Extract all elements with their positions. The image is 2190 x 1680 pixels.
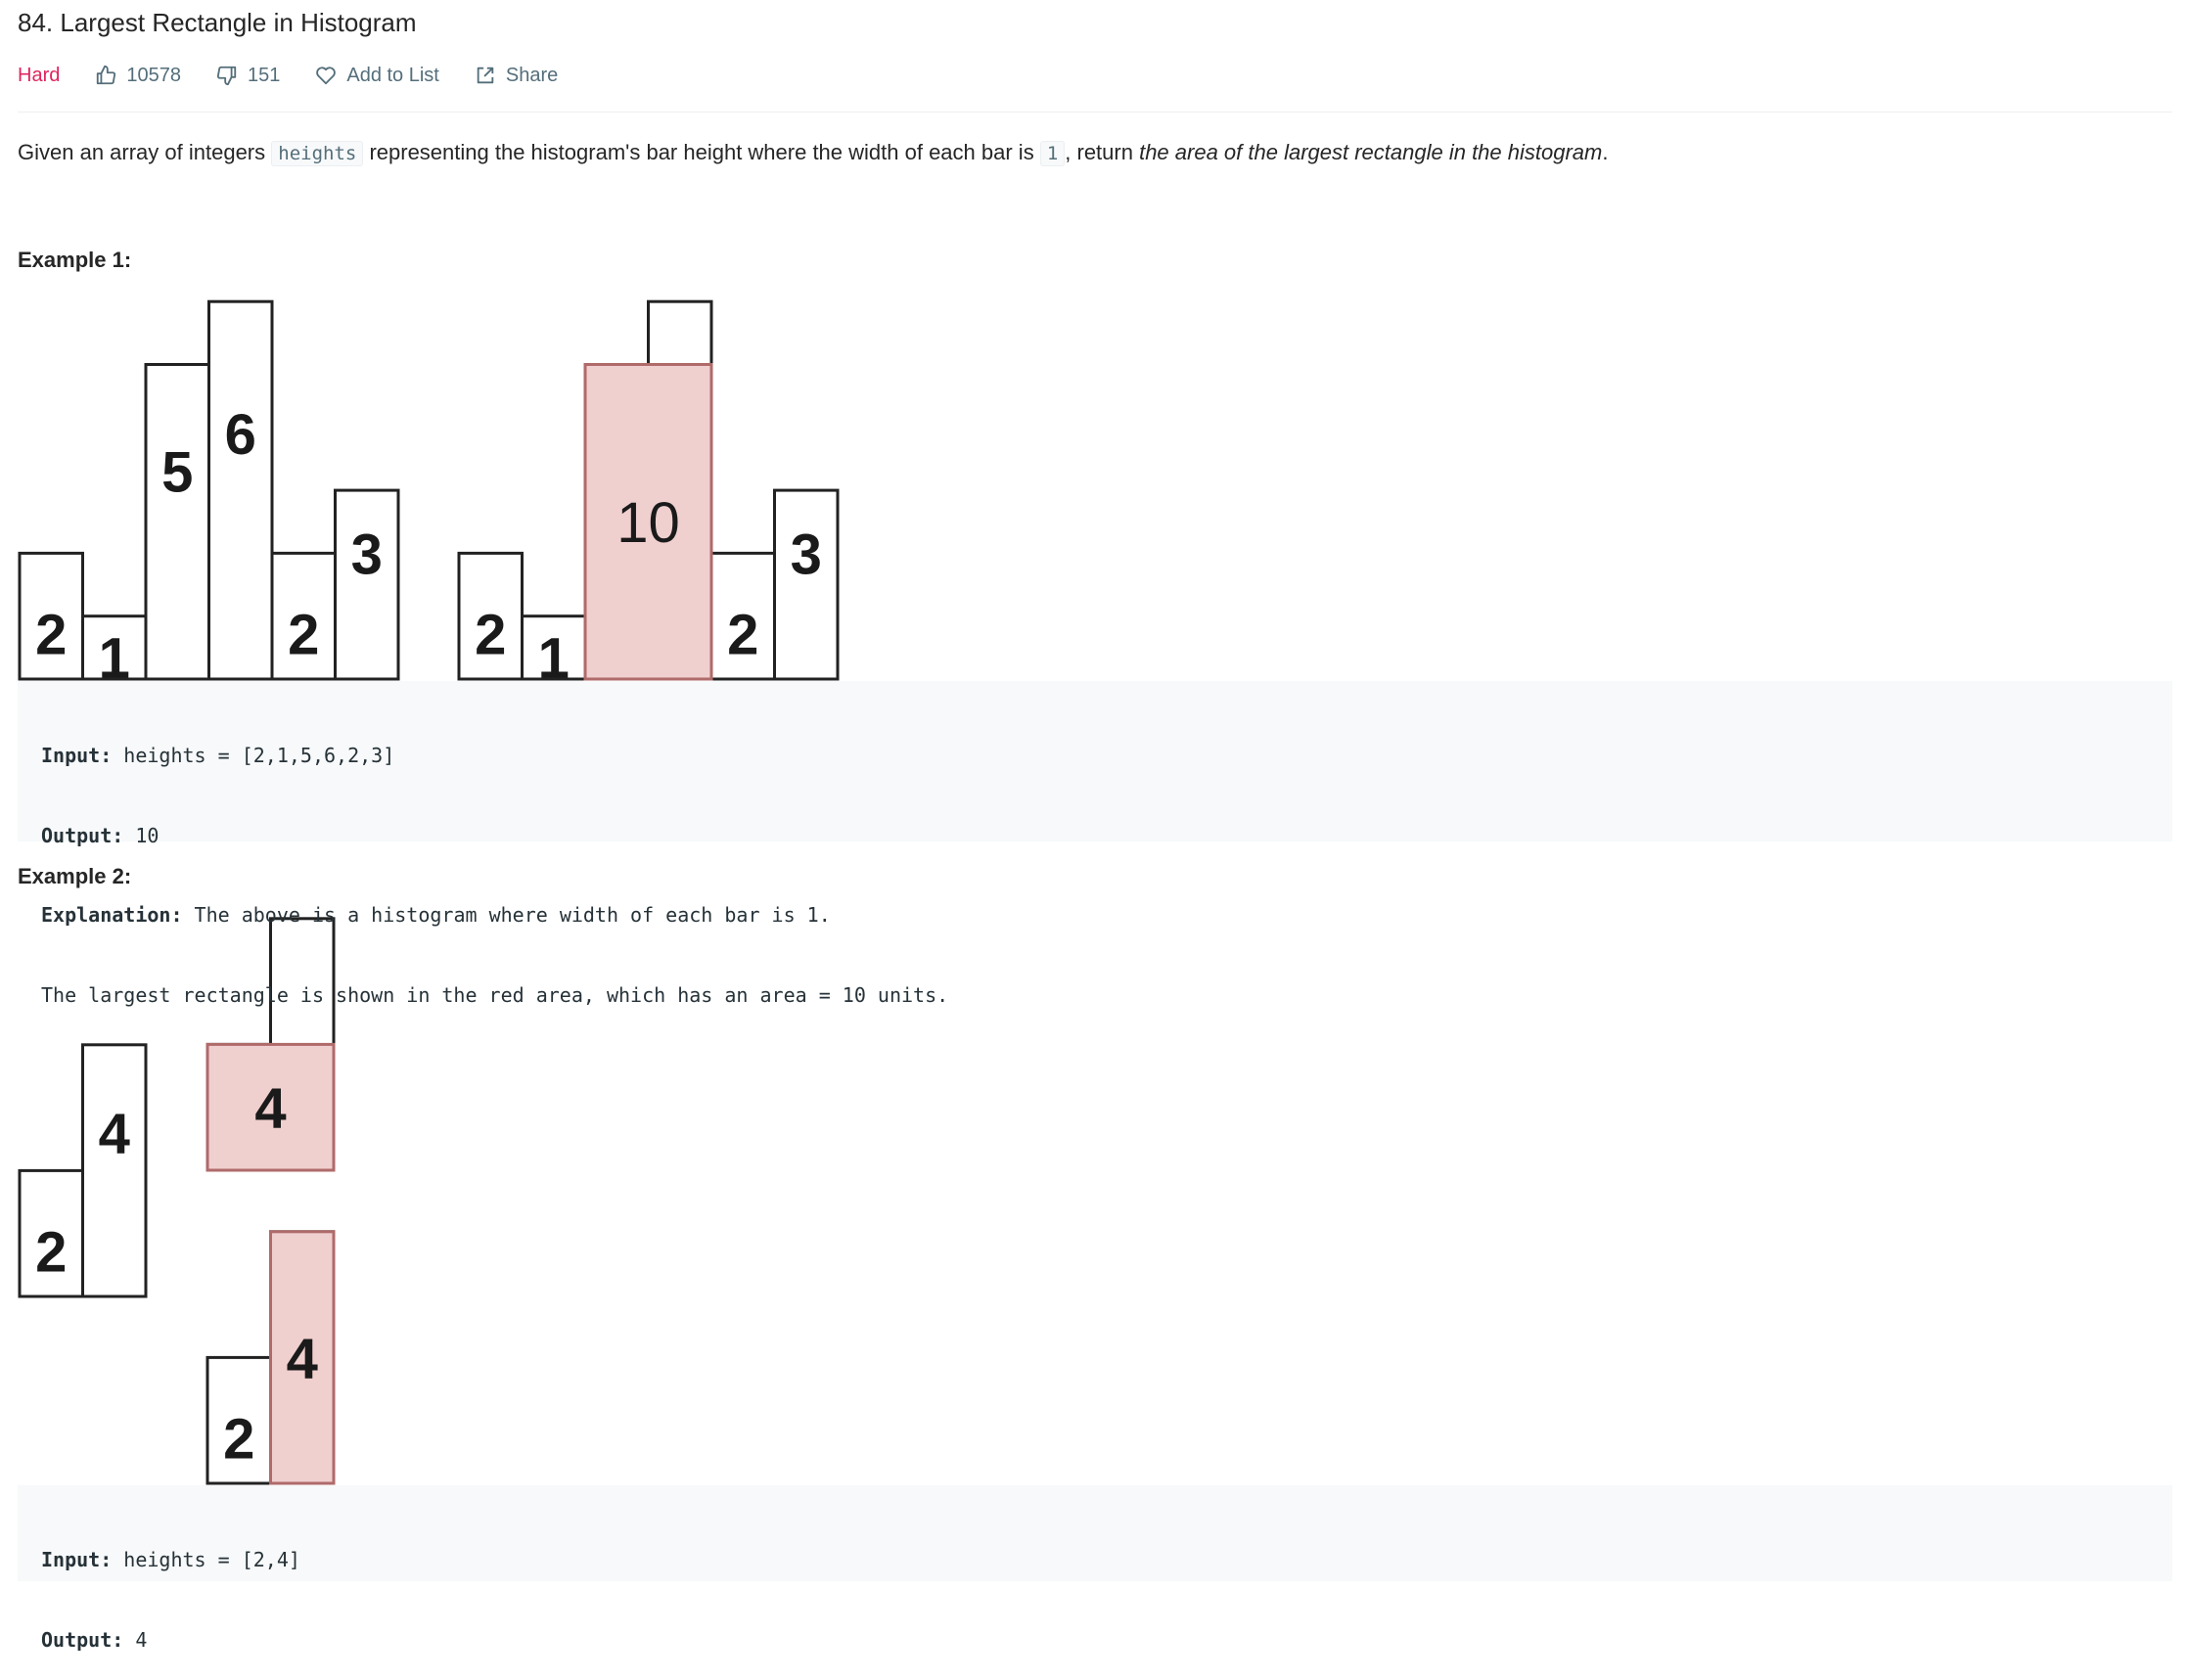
bar-value-label: 6 xyxy=(225,403,256,467)
histogram-bar xyxy=(207,299,274,681)
example-2-input-line: Input: heights = [2,4] xyxy=(41,1544,2172,1577)
example-1-output-line: Output: 10 xyxy=(41,820,2172,853)
example-1-histogram: 2 15623 xyxy=(18,299,400,690)
input-label: Input: xyxy=(41,1548,113,1571)
example-2-output-line: Output: 4 xyxy=(41,1624,2172,1657)
input-value: heights = [2,4] xyxy=(112,1548,300,1571)
example-1-input-line: Input: heights = [2,1,5,6,2,3] xyxy=(41,740,2172,773)
output-value: 4 xyxy=(123,1627,148,1652)
highlight-area-label: 4 xyxy=(254,1077,286,1141)
explanation-label: Explanation: xyxy=(41,903,183,927)
histogram-bar xyxy=(81,1043,148,1298)
example-2-rectangle-option-tall: 42 xyxy=(205,1230,336,1485)
highlight-area-label: 10 xyxy=(616,491,680,555)
bar-value-label: 3 xyxy=(351,522,383,586)
bar-value-label: 2 xyxy=(223,1408,254,1472)
highlight-area-label: 4 xyxy=(287,1327,318,1390)
output-value: 10 xyxy=(123,823,160,847)
bar-value-label: 2 xyxy=(727,604,758,667)
bar-value-label: 2 xyxy=(35,1221,67,1285)
bar-value-label: 2 xyxy=(288,604,319,667)
output-label: Output: xyxy=(41,823,124,847)
example-2-histogram: 24 xyxy=(18,1043,148,1298)
input-label: Input: xyxy=(41,744,113,767)
example-2-title: Example 2: xyxy=(18,864,132,888)
explanation-value: The above is a histogram where width of … xyxy=(182,903,831,927)
bar-value-label: 5 xyxy=(161,441,193,505)
histogram-bar xyxy=(144,363,210,681)
input-value: heights = [2,1,5,6,2,3] xyxy=(112,744,395,767)
example-1-largest-rectangle-figure: 102 1 23 xyxy=(457,299,840,690)
bar-value-label: 3 xyxy=(791,522,822,586)
bar-value-label: 2 xyxy=(35,604,67,667)
bar-value-label: 2 xyxy=(475,604,506,667)
bar-value-label: 4 xyxy=(99,1103,130,1166)
example-1-code-block: Input: heights = [2,1,5,6,2,3] Output: 1… xyxy=(18,681,2172,1007)
example-2-code-block: Input: heights = [2,4] Output: 4 xyxy=(18,1485,2172,1652)
output-label: Output: xyxy=(41,1627,124,1652)
example-1-explanation-line-2: The largest rectangle is shown in the re… xyxy=(41,982,949,1007)
example-1-explanation-line: Explanation: The above is a histogram wh… xyxy=(41,899,2172,932)
